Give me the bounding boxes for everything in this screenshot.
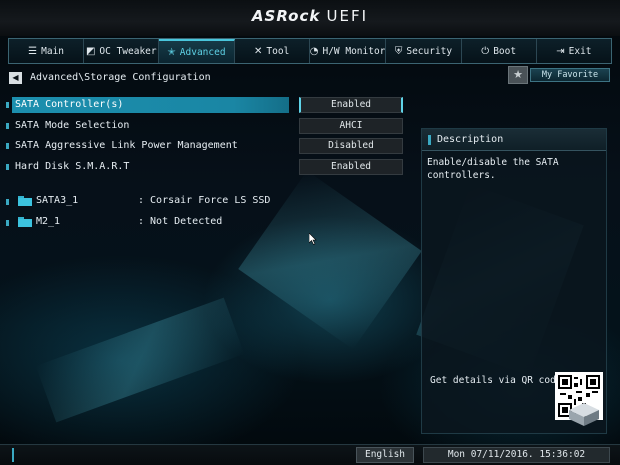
tab-main[interactable]: ☰ Main [9, 39, 85, 63]
row-bullet [6, 102, 9, 108]
my-favorite-button[interactable]: My Favorite [530, 68, 610, 82]
background-shard [35, 297, 245, 423]
asrock-cube-logo [567, 401, 601, 427]
monitor-icon: ◔ [309, 45, 319, 57]
tab-security[interactable]: ⛨ Security [386, 39, 462, 63]
row-bullet [6, 143, 9, 149]
setting-label: Hard Disk S.M.A.R.T [15, 161, 130, 172]
exit-icon: ⇥ [556, 45, 565, 57]
drive-port: SATA3_1 [36, 195, 79, 206]
folder-icon [18, 217, 32, 227]
mouse-cursor-icon [309, 233, 317, 245]
setting-value-dropdown[interactable]: Disabled [299, 138, 403, 154]
oc-icon: ◩ [85, 45, 96, 57]
brand-logo: ASRock UEFI [251, 7, 369, 25]
header-marker [428, 135, 431, 145]
row-bullet [6, 220, 9, 226]
row-bullet [6, 164, 9, 170]
setting-label: SATA Controller(s) [15, 99, 124, 110]
tab-oc-tweaker[interactable]: ◩ OC Tweaker [84, 39, 160, 63]
date-time-display: Mon 07/11/2016. 15:36:02 [423, 447, 610, 463]
star-icon: ✭ [167, 46, 176, 58]
setting-value-dropdown[interactable]: AHCI [299, 118, 403, 134]
shield-icon: ⛨ [394, 45, 403, 57]
tool-icon: ✕ [254, 45, 263, 57]
language-button[interactable]: English [356, 447, 414, 463]
setting-value-dropdown[interactable]: Enabled [299, 159, 403, 175]
tab-boot[interactable]: ⏻ Boot [462, 39, 537, 63]
tab-tool[interactable]: ✕ Tool [235, 39, 310, 63]
description-panel: Description Enable/disable the SATA cont… [421, 128, 607, 434]
footer-bar: English Mon 07/11/2016. 15:36:02 [0, 444, 620, 465]
drive-device: : Not Detected [138, 216, 223, 227]
setting-row-sata-controllers[interactable]: SATA Controller(s) Enabled [0, 97, 410, 113]
drive-port: M2_1 [36, 216, 61, 227]
drive-device: : Corsair Force LS SSD [138, 195, 271, 206]
tab-exit[interactable]: ⇥ Exit [537, 39, 611, 63]
main-tab-bar: ☰ Main ◩ OC Tweaker ✭ Advanced ✕ Tool ◔ … [8, 38, 612, 64]
drive-row-m2-1[interactable]: M2_1 : Not Detected [0, 215, 410, 229]
back-arrow-icon: ◀ [12, 73, 19, 82]
star-icon: ★ [513, 68, 523, 81]
description-title: Description [437, 134, 504, 145]
setting-row-sata-mode[interactable]: SATA Mode Selection AHCI [0, 118, 410, 134]
setting-row-smart[interactable]: Hard Disk S.M.A.R.T Enabled [0, 159, 410, 175]
tab-advanced[interactable]: ✭ Advanced [159, 39, 235, 63]
setting-label: SATA Aggressive Link Power Management [15, 140, 238, 151]
power-icon: ⏻ [481, 45, 490, 57]
favorite-star-button[interactable]: ★ [508, 66, 528, 84]
setting-label: SATA Mode Selection [15, 120, 130, 131]
setting-row-sata-alpm[interactable]: SATA Aggressive Link Power Management Di… [0, 138, 410, 154]
row-bullet [6, 199, 9, 205]
back-button[interactable]: ◀ [9, 72, 22, 84]
tab-hw-monitor[interactable]: ◔ H/W Monitor [310, 39, 387, 63]
qr-label: Get details via QR code [430, 375, 562, 386]
row-bullet [6, 123, 9, 129]
footer-marker [12, 448, 14, 462]
folder-icon [18, 196, 32, 206]
setting-value-dropdown[interactable]: Enabled [299, 97, 403, 113]
breadcrumb: Advanced\Storage Configuration [30, 72, 211, 83]
header-bar: ASRock UEFI [0, 0, 620, 36]
list-icon: ☰ [28, 45, 38, 57]
drive-row-sata3-1[interactable]: SATA3_1 : Corsair Force LS SSD [0, 194, 410, 208]
description-text: Enable/disable the SATA controllers. [427, 157, 559, 181]
description-header: Description [422, 129, 606, 151]
